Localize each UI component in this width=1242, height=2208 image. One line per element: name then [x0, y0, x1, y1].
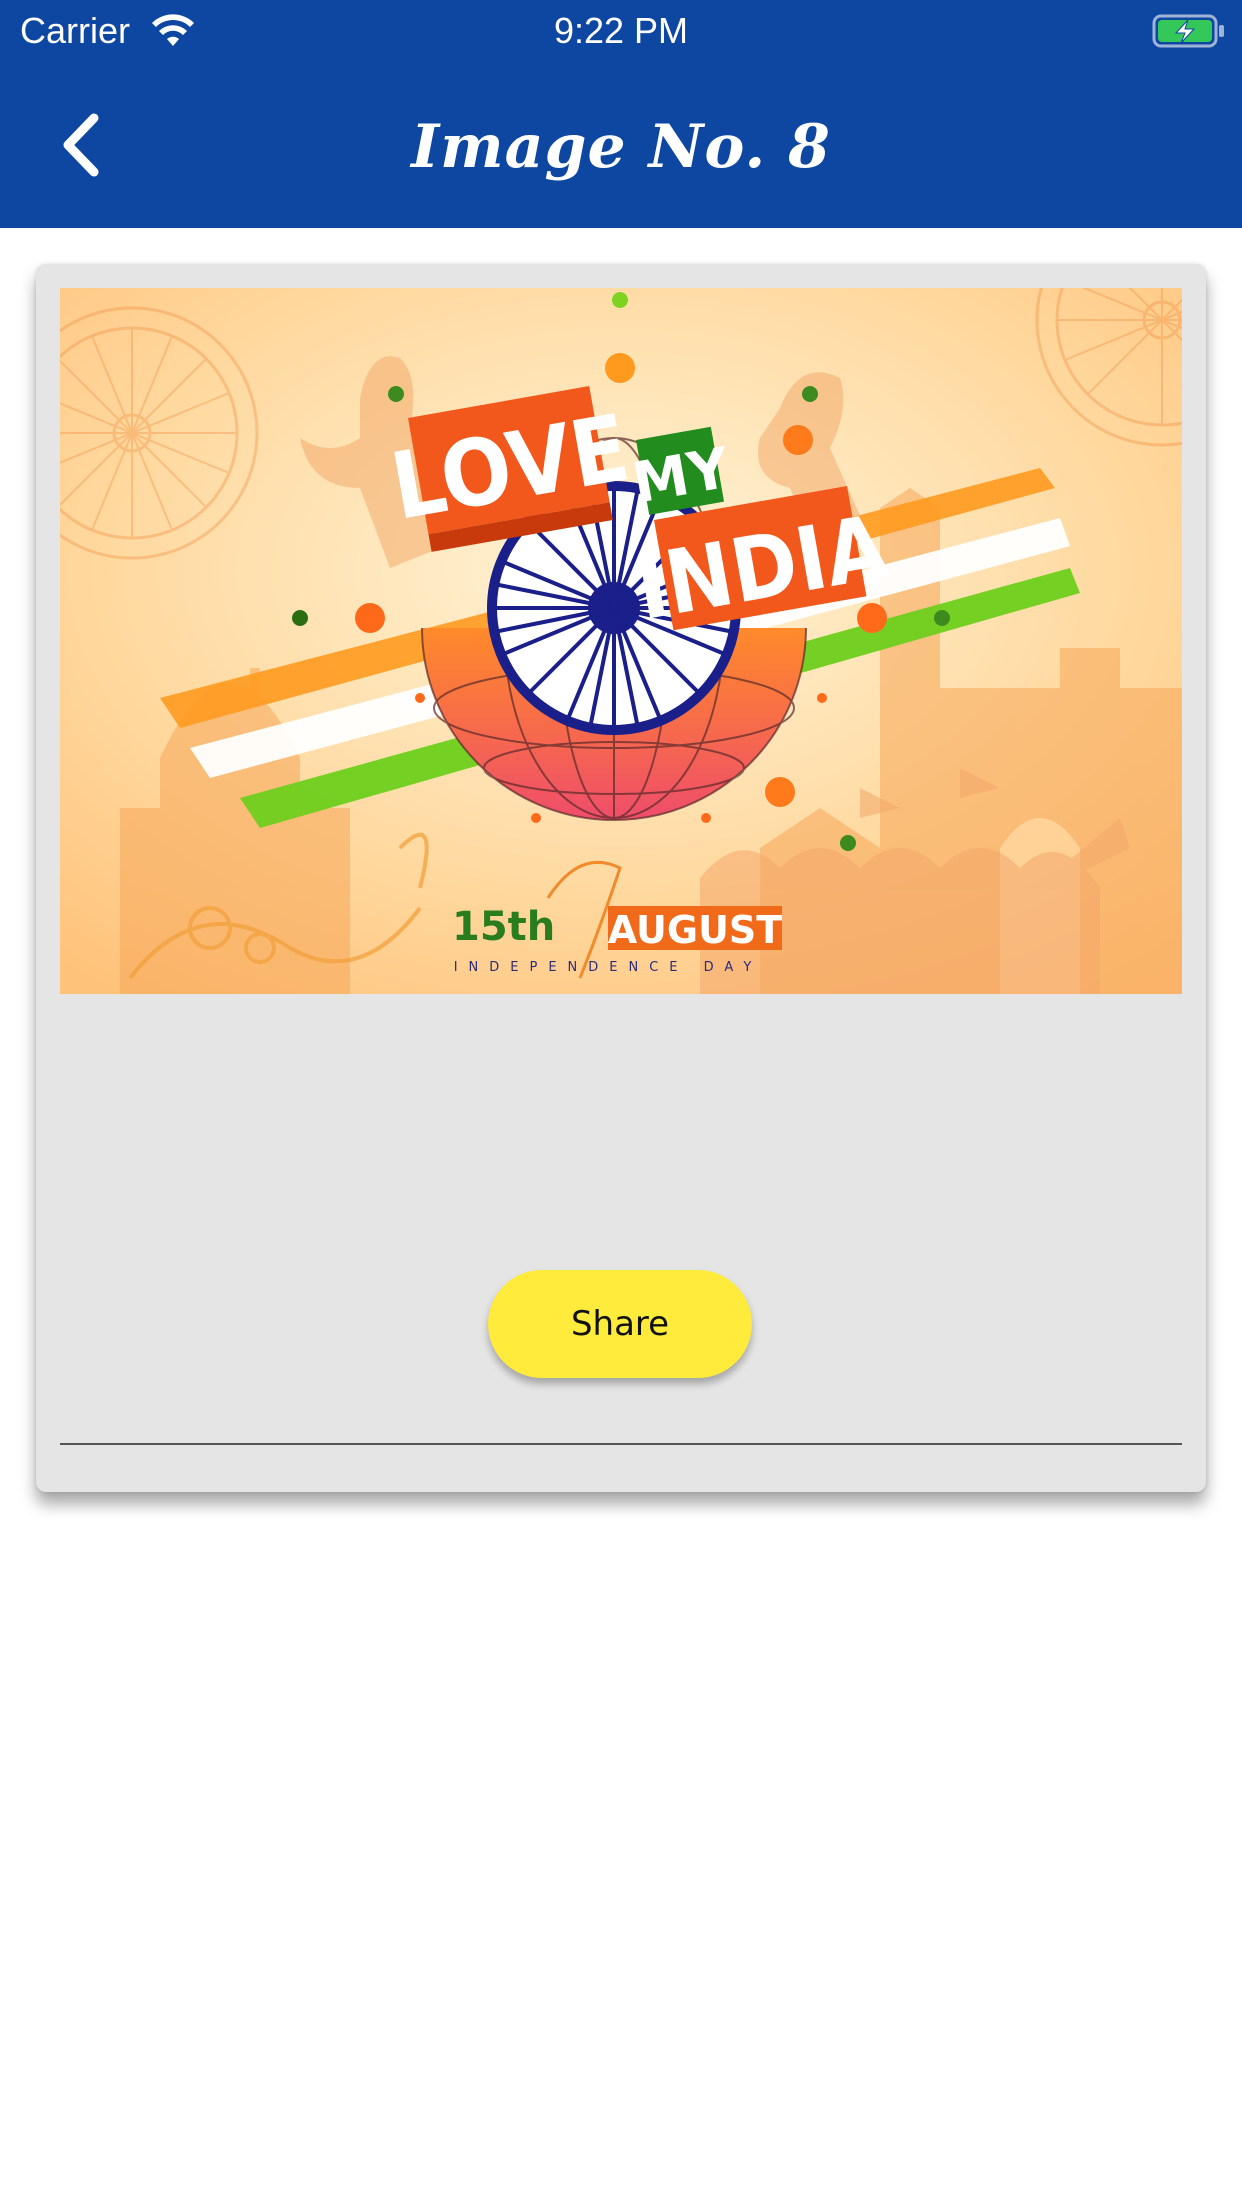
date-month-text: AUGUST	[608, 908, 783, 952]
poster-artwork: LOVE MY INDIA 15th AUGUST INDEPENDENCE D…	[60, 288, 1182, 994]
app-header: Carrier 9:22 PM Image No. 8	[0, 0, 1242, 228]
date-day-text: 15th	[452, 904, 555, 950]
status-bar: Carrier 9:22 PM	[0, 0, 1242, 62]
status-time: 9:22 PM	[553, 10, 689, 51]
image-card: LOVE MY INDIA 15th AUGUST INDEPENDENCE D…	[36, 264, 1206, 1492]
battery-charging-icon	[1152, 14, 1224, 48]
page-title: Image No. 8	[411, 112, 831, 182]
independence-day-text: INDEPENDENCE DAY	[454, 960, 763, 975]
divider	[60, 1443, 1182, 1445]
share-button[interactable]: Share	[488, 1270, 752, 1378]
navigation-bar: Image No. 8	[0, 62, 1242, 228]
independence-day-image: LOVE MY INDIA 15th AUGUST INDEPENDENCE D…	[60, 288, 1182, 994]
